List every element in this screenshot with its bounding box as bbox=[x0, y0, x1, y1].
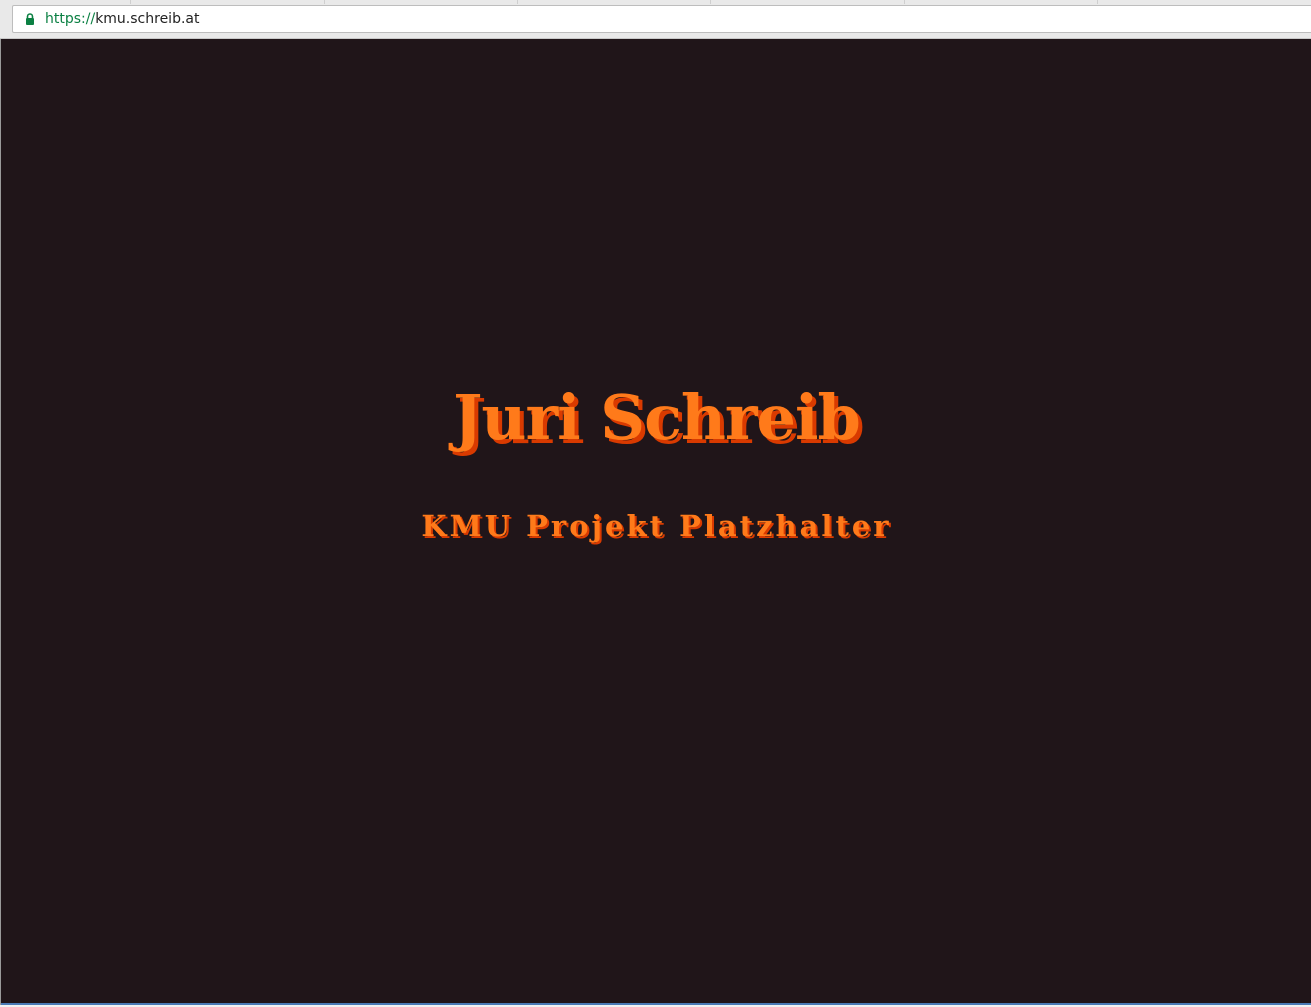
url-scheme: https:// bbox=[45, 11, 96, 27]
url-host: kmu.schreib.at bbox=[95, 11, 200, 27]
page-content: Juri Schreib KMU Projekt Platzhalter bbox=[0, 39, 1311, 1005]
page-subtitle: KMU Projekt Platzhalter bbox=[421, 509, 892, 543]
tab-strip bbox=[0, 0, 1311, 4]
address-bar[interactable]: https://kmu.schreib.at bbox=[12, 5, 1311, 33]
page-title: Juri Schreib bbox=[453, 381, 861, 454]
bottom-border bbox=[1, 1003, 1311, 1005]
lock-icon bbox=[21, 10, 39, 28]
url-text[interactable]: https://kmu.schreib.at bbox=[45, 10, 199, 28]
browser-toolbar: https://kmu.schreib.at bbox=[0, 0, 1311, 39]
